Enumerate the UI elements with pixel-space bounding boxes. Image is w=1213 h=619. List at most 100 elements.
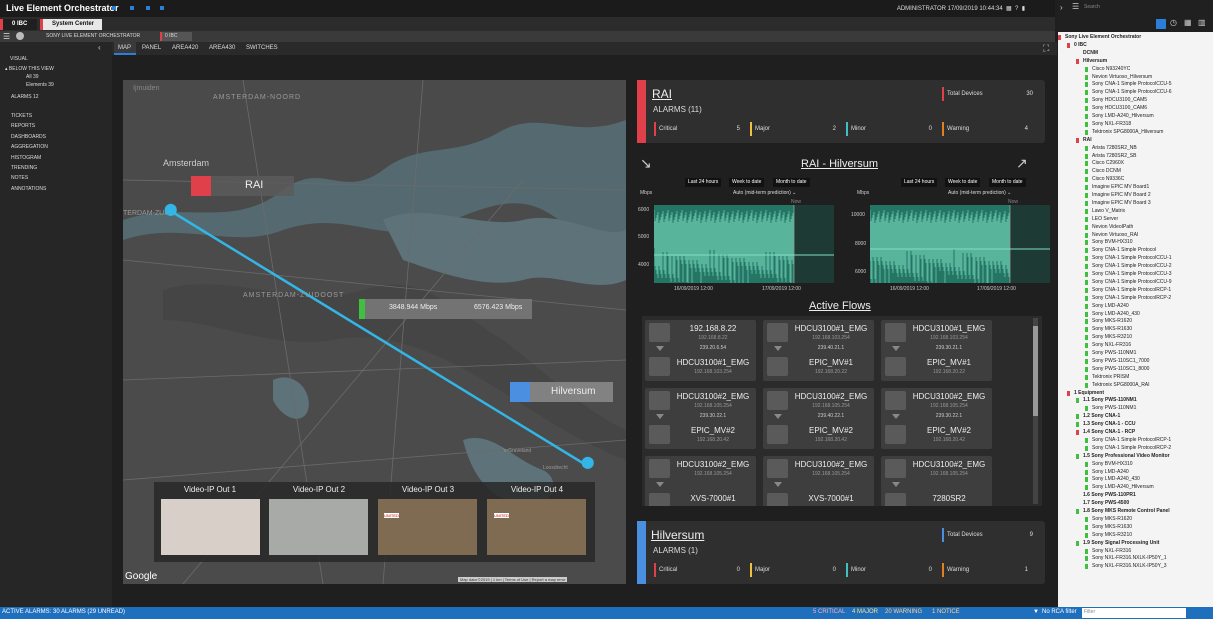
flow-card[interactable]: HDCU3100#2_EMG 192.168.105.254 7280SR2 <box>881 456 992 506</box>
severity-stat[interactable]: Critical 0 <box>654 563 744 577</box>
card-title[interactable]: Hilversum <box>651 528 704 542</box>
tab-panel[interactable]: PANEL <box>142 45 161 51</box>
flow-card[interactable]: HDCU3100#1_EMG 192.168.103.254 239.40.21.1… <box>763 320 874 381</box>
tree-element[interactable]: Nevion Virtuoso_Hilversum <box>1092 74 1152 80</box>
tree-node[interactable]: 1.2 Sony CNA-1 <box>1083 413 1120 419</box>
map-pin-icon[interactable]: ⬤ <box>164 202 177 216</box>
home-icon[interactable] <box>16 32 24 40</box>
filter-input[interactable]: Filter <box>1082 608 1186 618</box>
tree-element[interactable]: Sony NXL-FR316.NXLK-IP50Y_1 <box>1092 555 1166 561</box>
window-dot-icon[interactable] <box>112 6 116 10</box>
tree-element[interactable]: Imagine EPIC MV Board1 <box>1092 184 1149 190</box>
tree-element[interactable]: Sony CNA-1 Simple ProtocolCCU-1 <box>1092 255 1171 261</box>
tree-element[interactable]: Sony NXL-FR316.NXLK-IP50Y_3 <box>1092 563 1166 569</box>
nav-item[interactable]: DASHBOARDS <box>11 134 46 140</box>
tree-element[interactable]: Nevion Virtuoso_RAI <box>1092 232 1138 238</box>
tree-element[interactable]: LEO Server <box>1092 216 1118 222</box>
tree-element[interactable]: Sony MKS-R1620 <box>1092 318 1132 324</box>
tree-node[interactable]: 1.3 Sony CNA-1 - CCU <box>1083 421 1136 427</box>
card-title[interactable]: RAI <box>652 87 672 101</box>
trend-chart-right[interactable] <box>870 205 1050 283</box>
active-alarms[interactable]: ACTIVE ALARMS: 30 ALARMS (29 UNREAD) <box>2 609 125 615</box>
nav-elements[interactable]: Elements 39 <box>26 82 54 88</box>
trend-chart-left[interactable] <box>654 205 834 283</box>
tree-element[interactable]: Imagine EPIC MV Board 2 <box>1092 192 1151 198</box>
nav-item[interactable]: AGGREGATION <box>11 144 48 150</box>
tree-element[interactable]: Sony CNA-1 Simple ProtocolCCU-2 <box>1092 263 1171 269</box>
tree-element[interactable]: Sony PWS-110SC1_8000 <box>1092 366 1149 372</box>
map-pin-icon[interactable]: ⬤ <box>581 455 594 469</box>
tree-element[interactable]: Sony LMD-A240_Hilversum <box>1092 484 1154 490</box>
tree-element[interactable]: Sony CNA-1 Simple ProtocolCCU-6 <box>1092 89 1171 95</box>
tree-element[interactable]: Tektronix SPG8000A_RAI <box>1092 382 1150 388</box>
tree-element[interactable]: Sony PWS-110SC1_7000 <box>1092 358 1149 364</box>
nav-item[interactable]: TICKETS <box>11 113 32 119</box>
filter-icon[interactable]: ▼ <box>1033 609 1039 615</box>
search-input[interactable]: Search <box>1084 4 1100 10</box>
tree-element[interactable]: Sony LMD-A240 <box>1092 303 1129 309</box>
stats-icon[interactable]: ▥ <box>1198 18 1206 27</box>
menu-icon[interactable]: ☰ <box>1072 2 1079 11</box>
nav-item[interactable]: REPORTS <box>11 123 35 129</box>
tab-system-center[interactable]: System Center <box>40 19 102 30</box>
tree-element[interactable]: Lawo V_Matrix <box>1092 208 1125 214</box>
severity-stat[interactable]: Major 2 <box>750 122 840 136</box>
tree-element[interactable]: Sony MKS-R1630 <box>1092 524 1132 530</box>
crumb-current[interactable]: 0 IBC <box>160 32 192 41</box>
window-dot-icon[interactable] <box>160 6 164 10</box>
tree-node[interactable]: 1.7 Sony PWS-4500 <box>1083 500 1129 506</box>
tree-element[interactable]: Sony HDCU3100_CAM6 <box>1092 105 1147 111</box>
video-thumb[interactable] <box>487 499 586 555</box>
tree-element[interactable]: Cisco N9336C <box>1092 176 1124 182</box>
tree-element[interactable]: Sony PWS-110NM1 <box>1092 350 1136 356</box>
tab-0-ibc[interactable]: 0 IBC <box>0 19 37 30</box>
tree-node[interactable]: 1.1 Sony PWS-110NM1 <box>1083 397 1137 403</box>
history-icon[interactable]: ◷ <box>1170 18 1177 27</box>
tree-node[interactable]: Sony Live Element Orchestrator <box>1065 34 1141 40</box>
crumb-root[interactable]: SONY LIVE ELEMENT ORCHESTRATOR <box>46 33 140 39</box>
severity-stat[interactable]: Critical 5 <box>654 122 744 136</box>
tab-switches[interactable]: SWITCHES <box>246 45 278 51</box>
tree-node[interactable]: DCNM <box>1083 50 1098 56</box>
range-chip[interactable]: Week to date <box>729 178 765 187</box>
active-flows-title[interactable]: Active Flows <box>809 300 871 312</box>
hilversum-summary-card[interactable]: Hilversum ALARMS (1) Total Devices 9 Crit… <box>637 521 1045 584</box>
mode-select[interactable]: Auto (mid-term prediction) ⌄ <box>733 190 796 196</box>
flow-card[interactable]: HDCU3100#2_EMG 192.168.105.254 239.30.22.1… <box>645 388 756 449</box>
range-chip[interactable]: Last 24 hours <box>901 178 938 187</box>
nav-below-view[interactable]: ▴ BELOW THIS VIEW <box>5 66 54 72</box>
nav-alarms[interactable]: ALARMS 12 <box>11 94 39 100</box>
tree-node[interactable]: 1.8 Sony MKS Remote Control Panel <box>1083 508 1170 514</box>
tree-element[interactable]: Sony MKS-R1630 <box>1092 326 1132 332</box>
tree-element[interactable]: Sony LMD-A240 <box>1092 469 1129 475</box>
range-chip[interactable]: Week to date <box>945 178 981 187</box>
tree-node[interactable]: RAI <box>1083 137 1092 143</box>
collapse-icon[interactable]: ‹ <box>98 43 101 52</box>
tree-element[interactable]: Imagine EPIC MV Board 3 <box>1092 200 1151 206</box>
severity-stat[interactable]: Warning 4 <box>942 122 1032 136</box>
nav-item[interactable]: ANNOTATIONS <box>11 186 46 192</box>
tree-element[interactable]: Sony CNA-1 Simple ProtocolCCU-5 <box>1092 81 1171 87</box>
grid-icon[interactable]: ▦ <box>1184 18 1192 27</box>
video-thumb[interactable] <box>161 499 260 555</box>
window-dot-icon[interactable] <box>130 6 134 10</box>
severity-stat[interactable]: Minor 0 <box>846 563 936 577</box>
tree-node[interactable]: 1.5 Sony Professional Video Monitor <box>1083 453 1170 459</box>
map-view[interactable]: Ijmuiden AMSTERDAM-NOORD Amsterdam TERDA… <box>123 80 626 584</box>
severity-stat[interactable]: Warning 1 <box>942 563 1032 577</box>
tree-element[interactable]: Sony NXL-FR316 <box>1092 548 1131 554</box>
tree-element[interactable]: Sony CNA-1 Simple Protocol <box>1092 247 1156 253</box>
site-rai[interactable]: RAI <box>191 176 294 196</box>
nav-item[interactable]: TRENDING <box>11 165 37 171</box>
tree-node[interactable]: 1.6 Sony PWS-110PR1 <box>1083 492 1136 498</box>
tree-element[interactable]: Cisco N93240YC <box>1092 66 1130 72</box>
tree-element[interactable]: Arista 7280SR2_NB <box>1092 145 1137 151</box>
tree-element[interactable]: Sony LMD-A240_430 <box>1092 311 1140 317</box>
flow-card[interactable]: HDCU3100#2_EMG 192.168.105.254 XVS-7000#1 <box>645 456 756 506</box>
tree-element[interactable]: Sony LMD-A240_Hilversum <box>1092 113 1154 119</box>
tree-node[interactable]: 1.4 Sony CNA-1 - RCP <box>1083 429 1135 435</box>
nav-item[interactable]: NOTES <box>11 175 28 181</box>
tree-node[interactable]: 1 Equipment <box>1074 390 1104 396</box>
flow-card[interactable]: 192.168.8.22 192.168.8.22 239.20.6.54 HDCU3… <box>645 320 756 381</box>
tree-element[interactable]: Sony CNA-1 Simple ProtocolRCP-1 <box>1092 437 1171 443</box>
